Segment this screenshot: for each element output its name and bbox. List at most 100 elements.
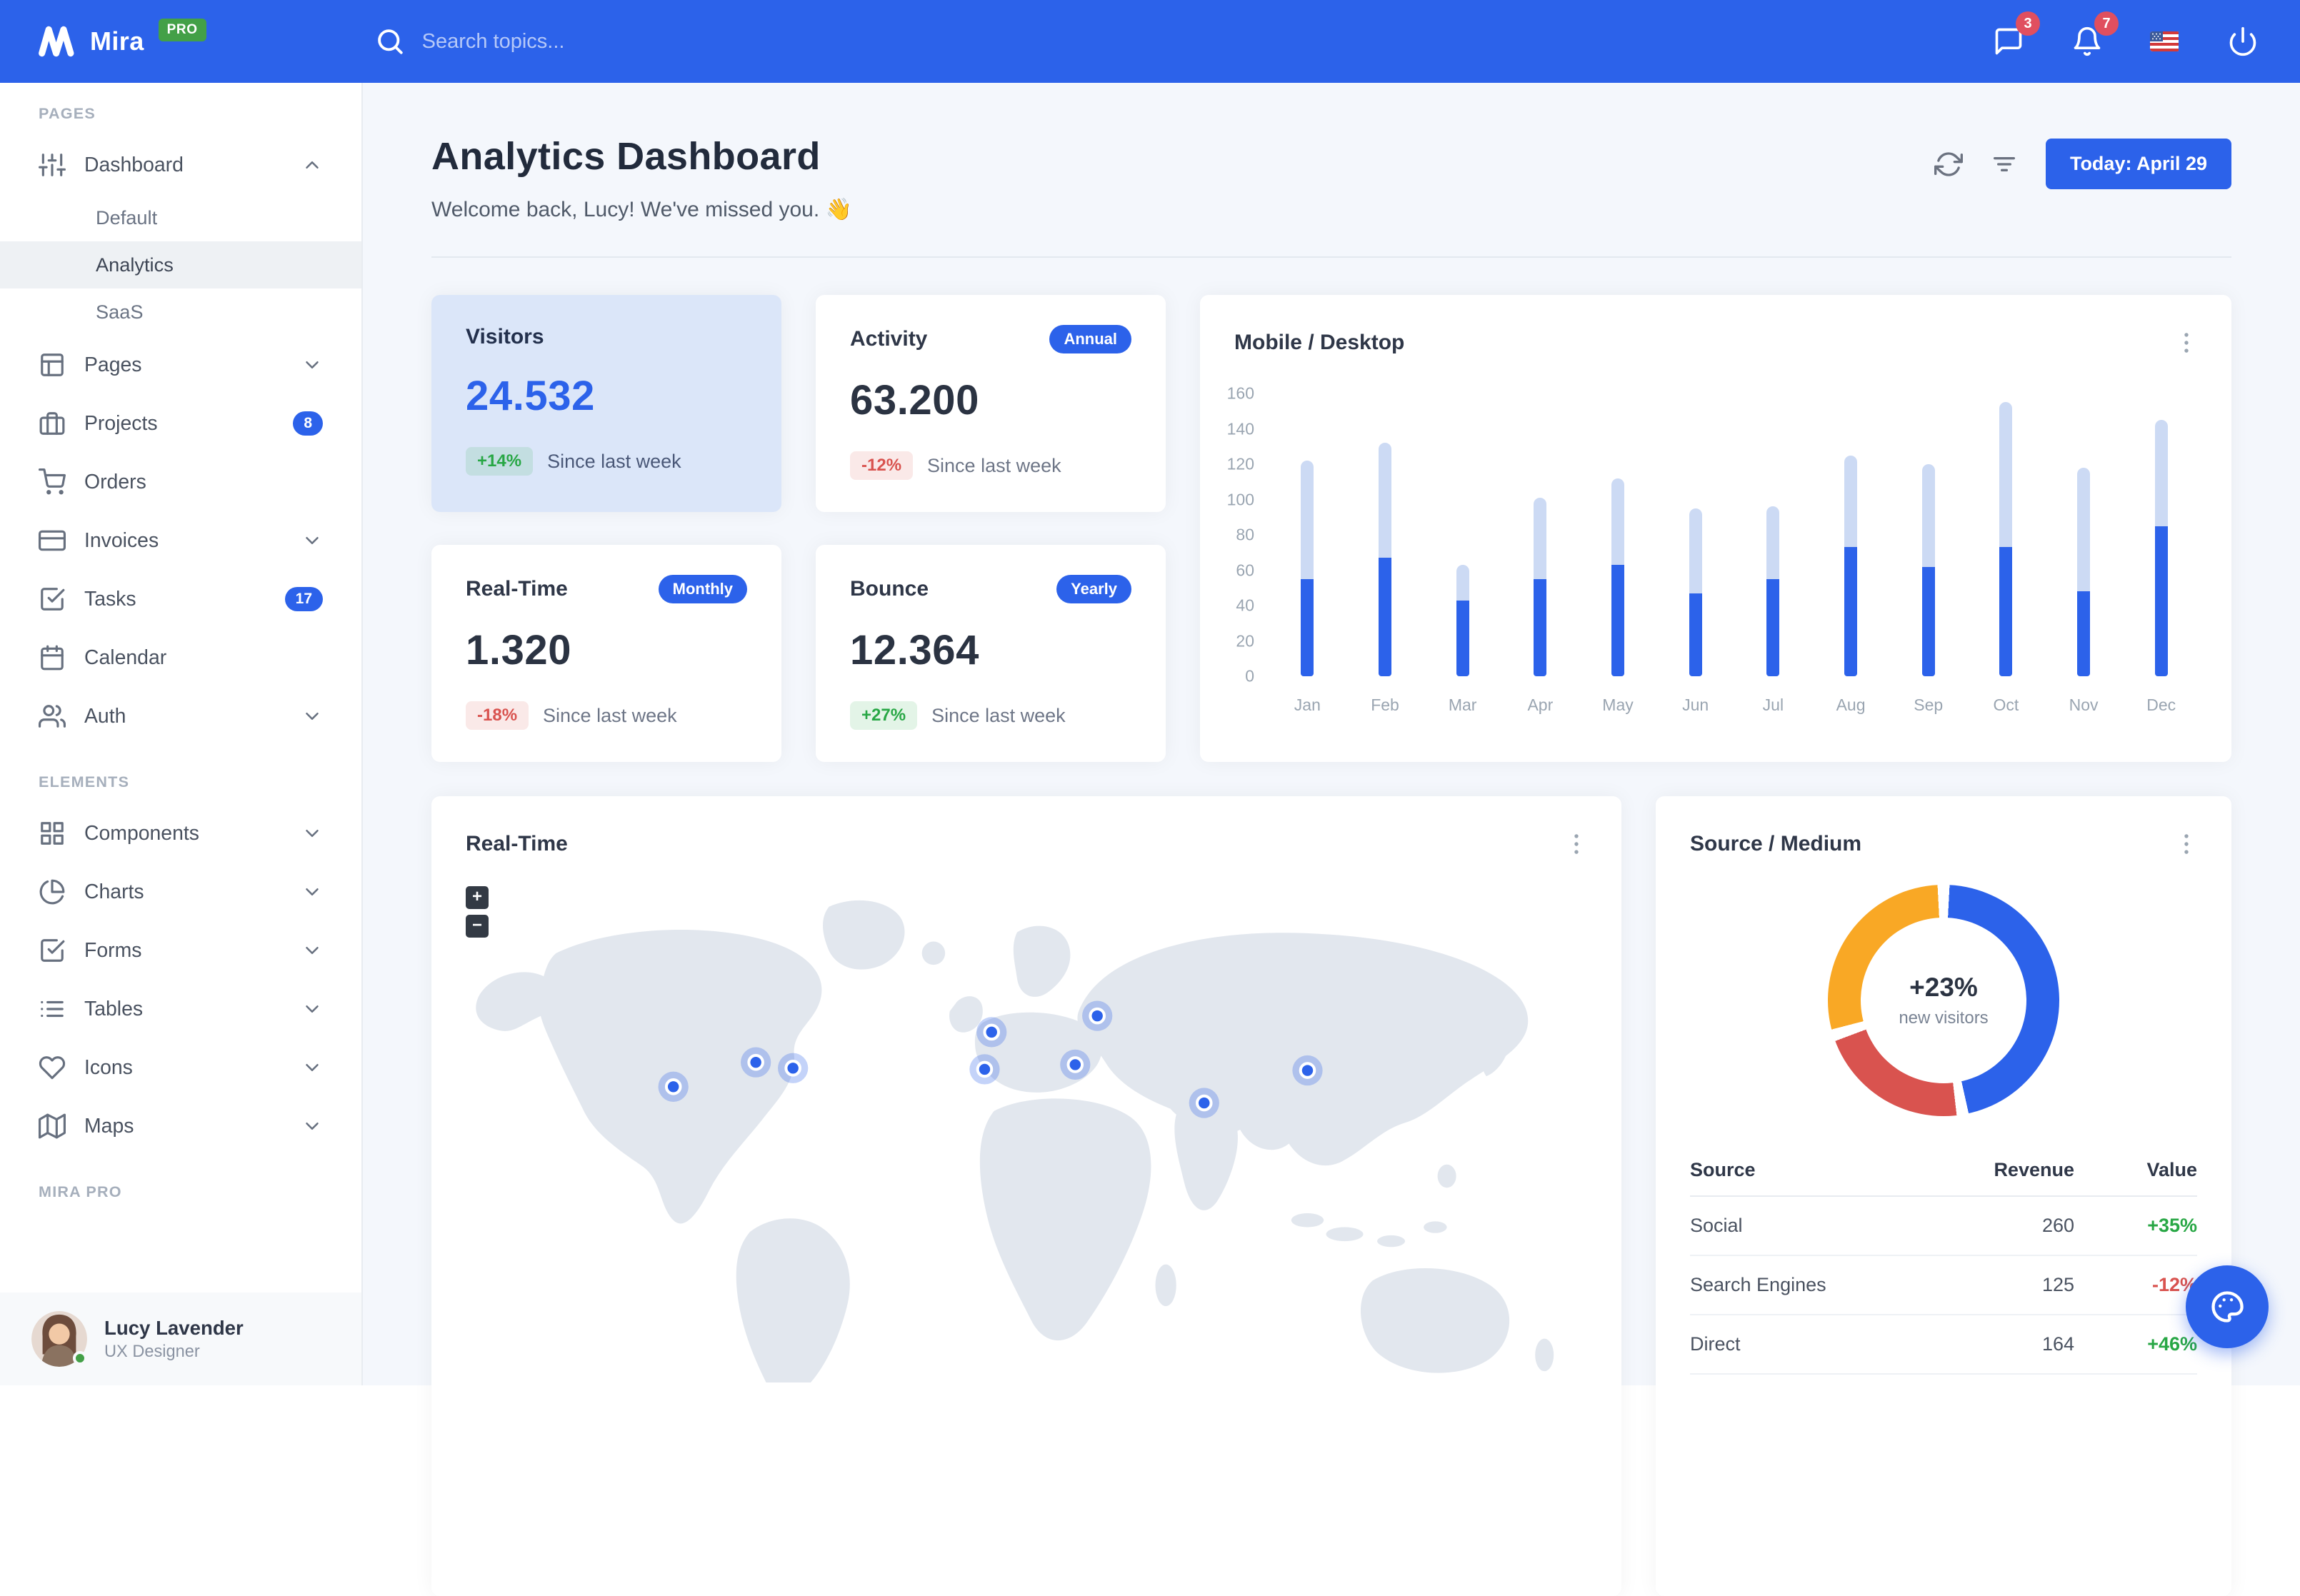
stacked-bar[interactable] (1922, 393, 1935, 676)
y-axis-label: 40 (1236, 596, 1254, 616)
sidebar-item-label: Orders (84, 471, 146, 494)
map-marker[interactable] (1060, 1050, 1090, 1080)
period-badge[interactable]: Monthly (659, 575, 747, 603)
brand[interactable]: Mira PRO (37, 24, 206, 59)
stacked-bar[interactable] (1456, 393, 1469, 676)
bar-column: Jan (1269, 393, 1346, 715)
theme-settings-button[interactable] (2186, 1265, 2269, 1348)
sidebar: PagesDashboardDefaultAnalyticsSaaSPagesP… (0, 83, 363, 1385)
sidebar-subitem-saas[interactable]: SaaS (0, 288, 361, 336)
mobile-desktop-card: Mobile / Desktop 020406080100120140160 J… (1200, 295, 2231, 762)
more-options-button[interactable] (2170, 326, 2203, 359)
notifications-button[interactable]: 7 (2067, 21, 2107, 61)
stat-value: 63.200 (850, 376, 1131, 424)
stacked-bar[interactable] (1611, 393, 1624, 676)
x-axis-label: Jul (1763, 676, 1784, 715)
filter-button[interactable] (1990, 150, 2019, 179)
desktop-bar-segment (1844, 456, 1857, 548)
bar-column: Sep (1889, 393, 1967, 715)
stacked-bar[interactable] (2077, 393, 2090, 676)
sidebar-item-label: Components (84, 822, 199, 845)
map-marker[interactable] (976, 1017, 1006, 1047)
map-marker[interactable] (741, 1048, 771, 1078)
stat-value: 12.364 (850, 626, 1131, 674)
source-donut-chart: +23% new visitors (1828, 885, 2059, 1116)
map-marker[interactable] (1082, 1000, 1112, 1030)
refresh-button[interactable] (1934, 150, 1963, 179)
sidebar-item-badge: 17 (285, 587, 323, 611)
x-axis-label: Aug (1836, 676, 1866, 715)
sidebar-item-forms[interactable]: Forms (0, 921, 361, 980)
sidebar-item-dashboard[interactable]: Dashboard (0, 136, 361, 194)
stat-title: Activity (850, 327, 927, 351)
sidebar-item-tables[interactable]: Tables (0, 980, 361, 1038)
sidebar-item-charts[interactable]: Charts (0, 863, 361, 921)
sidebar-item-tasks[interactable]: Tasks17 (0, 570, 361, 628)
zoom-out-button[interactable]: − (466, 915, 489, 938)
search-input[interactable] (422, 30, 851, 54)
sidebar-item-label: Projects (84, 412, 158, 436)
page-header: Analytics Dashboard Welcome back, Lucy! … (431, 134, 2231, 222)
user-profile[interactable]: Lucy Lavender UX Designer (0, 1293, 361, 1385)
bar-column: Nov (2045, 393, 2123, 715)
period-badge[interactable]: Yearly (1056, 575, 1131, 603)
period-badge[interactable]: Annual (1049, 325, 1131, 353)
zoom-in-button[interactable]: + (466, 886, 489, 909)
messages-button[interactable]: 3 (1989, 21, 2029, 61)
more-options-button[interactable] (1560, 828, 1593, 860)
stat-value: 24.532 (466, 372, 747, 420)
map-marker[interactable] (1189, 1088, 1219, 1118)
bar-column: Feb (1346, 393, 1424, 715)
map-marker[interactable] (659, 1072, 689, 1102)
sign-out-button[interactable] (2223, 21, 2263, 61)
y-axis-label: 0 (1245, 667, 1254, 686)
check-square-icon (39, 937, 66, 964)
page-header-text: Analytics Dashboard Welcome back, Lucy! … (431, 134, 852, 222)
desktop-bar-segment (1766, 506, 1779, 578)
map-marker[interactable] (778, 1053, 808, 1083)
sidebar-item-components[interactable]: Components (0, 804, 361, 863)
sidebar-subitem-analytics[interactable]: Analytics (0, 241, 361, 288)
stacked-bar[interactable] (1689, 393, 1702, 676)
chevron-up-icon (301, 154, 323, 176)
chevron-down-icon (301, 881, 323, 903)
mobile-bar-segment (1689, 593, 1702, 676)
donut-center-label: +23% new visitors (1828, 885, 2059, 1116)
language-button[interactable] (2146, 27, 2184, 56)
y-axis-label: 120 (1227, 455, 1254, 474)
stacked-bar[interactable] (1379, 393, 1391, 676)
chevron-down-icon (301, 823, 323, 844)
stacked-bar[interactable] (1534, 393, 1546, 676)
sidebar-item-auth[interactable]: Auth (0, 687, 361, 746)
sidebar-item-calendar[interactable]: Calendar (0, 628, 361, 687)
sidebar-subitem-default[interactable]: Default (0, 194, 361, 241)
stacked-bar[interactable] (1844, 393, 1857, 676)
sidebar-item-pages[interactable]: Pages (0, 336, 361, 394)
date-range-button[interactable]: Today: April 29 (2046, 139, 2231, 189)
sidebar-section-label: Pages (0, 83, 361, 136)
desktop-bar-segment (1379, 443, 1391, 558)
stacked-bar[interactable] (1766, 393, 1779, 676)
map-marker[interactable] (969, 1054, 999, 1084)
stacked-bar[interactable] (2155, 393, 2168, 676)
sidebar-item-invoices[interactable]: Invoices (0, 511, 361, 570)
mobile-bar-segment (1611, 565, 1624, 676)
stacked-bar[interactable] (1999, 393, 2012, 676)
value-cell: -12% (2074, 1255, 2197, 1315)
stat-note: Since last week (931, 705, 1066, 727)
user-info: Lucy Lavender UX Designer (104, 1317, 244, 1362)
more-options-button[interactable] (2170, 828, 2203, 860)
value-cell: +46% (2074, 1315, 2197, 1374)
map-marker[interactable] (1292, 1055, 1322, 1085)
top-navbar: Mira PRO 3 7 (0, 0, 2300, 83)
sidebar-item-icons[interactable]: Icons (0, 1038, 361, 1097)
page-title: Analytics Dashboard (431, 134, 852, 179)
table-row: Search Engines125-12% (1690, 1255, 2197, 1315)
sidebar-item-label: Maps (84, 1115, 134, 1138)
sidebar-item-maps[interactable]: Maps (0, 1097, 361, 1155)
search (375, 26, 851, 56)
sidebar-item-orders[interactable]: Orders (0, 453, 361, 511)
sidebar-item-projects[interactable]: Projects8 (0, 394, 361, 453)
desktop-bar-segment (1689, 508, 1702, 593)
stacked-bar[interactable] (1301, 393, 1314, 676)
